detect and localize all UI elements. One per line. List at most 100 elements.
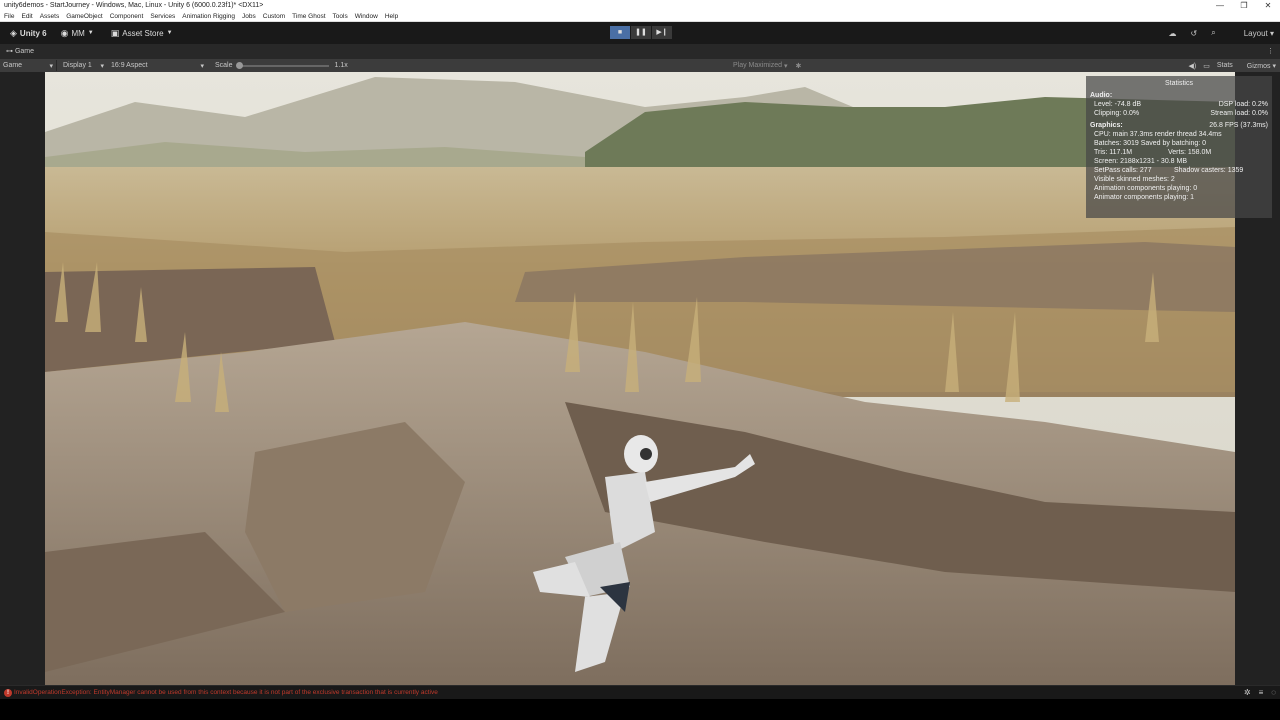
stats-row: Tris: 117.1M Verts: 158.0M (1090, 148, 1268, 157)
stats-graphics-heading: Graphics: (1090, 122, 1123, 129)
stats-animator: Animator components playing: 1 (1094, 194, 1194, 201)
game-tab-bar: ⊶ Game ⋮ (0, 44, 1280, 59)
game-view-toolbar: Game ▾ Display 1 ▾ 16:9 Aspect ▾ Scale 1.1x… (0, 59, 1280, 72)
stats-cpu: CPU: main 37.3ms render thread 34.4ms (1094, 131, 1222, 138)
menu-assets[interactable]: Assets (40, 11, 60, 21)
menu-file[interactable]: File (4, 11, 14, 21)
shopping-bag-icon: ▣ (110, 27, 120, 38)
unity-menu-button[interactable]: ◈ Unity 6 (6, 25, 51, 41)
tab-game[interactable]: ⊶ Game (6, 48, 34, 55)
stats-skinned: Visible skinned meshes: 2 (1094, 176, 1175, 183)
status-bar-right: ✲ ≡ ◌ (1236, 686, 1276, 700)
step-button[interactable]: ▶❙ (652, 26, 672, 39)
play-mode-label: Play Maximized (733, 62, 783, 69)
tab-game-label: Game (14, 48, 35, 55)
scale-label: Scale (215, 62, 233, 69)
aspect-label: 16:9 Aspect (111, 62, 148, 69)
menu-time-ghost[interactable]: Time Ghost (292, 11, 325, 21)
scale-slider-knob[interactable] (235, 61, 243, 69)
close-button[interactable]: ✕ (1256, 0, 1280, 11)
stats-level: Level: -74.8 dB (1094, 101, 1142, 108)
stop-button[interactable]: ■ (610, 26, 630, 39)
game-view-right-tools: ◀) ▭ Stats Gizmos ▾ (1182, 62, 1277, 70)
gizmos-label: Gizmos (1246, 62, 1271, 70)
play-controls: ■ ❚❚ ▶❙ (610, 26, 673, 39)
speaker-icon[interactable]: ◀) (1189, 62, 1197, 70)
mode-label: Game (3, 62, 23, 69)
gizmos-dropdown[interactable]: Gizmos ▾ (1240, 62, 1276, 70)
settings-icon[interactable]: ◌ (1271, 686, 1276, 700)
chevron-down-icon: ▼ (166, 30, 173, 36)
history-icon[interactable]: ↺ (1191, 29, 1198, 38)
maximize-button[interactable]: ❐ (1232, 0, 1256, 11)
pause-button[interactable]: ❚❚ (631, 26, 651, 39)
stop-icon: ■ (617, 29, 623, 36)
chevron-down-icon: ▾ (200, 62, 204, 70)
menu-jobs[interactable]: Jobs (242, 11, 256, 21)
minimize-button[interactable]: — (1208, 0, 1232, 11)
window-controls: — ❐ ✕ (1208, 0, 1280, 11)
stats-shadow: Shadow casters: 1359 (1174, 167, 1244, 174)
pause-icon: ❚❚ (635, 29, 647, 36)
menu-tools[interactable]: Tools (333, 11, 348, 21)
menu-component[interactable]: Component (110, 11, 144, 21)
menu-gameobject[interactable]: GameObject (66, 11, 103, 21)
display-icon[interactable]: ▭ (1203, 62, 1210, 70)
account-icon: ◉ (60, 27, 69, 38)
scale-value: 1.1x (334, 62, 348, 69)
gamepad-icon: ⊶ (6, 48, 15, 55)
menu-window[interactable]: Window (355, 11, 378, 21)
cloud-icon[interactable]: ☁ (1169, 29, 1177, 38)
stats-stream: Stream load: 0.0% (1210, 110, 1268, 117)
stats-row: Level: -74.8 dB DSP load: 0.2% (1090, 100, 1268, 109)
more-options-icon[interactable]: ⋮ (1267, 44, 1274, 59)
account-label: MM (71, 28, 85, 38)
letterbox-bottom (0, 699, 1280, 720)
stats-screen: Screen: 2188x1231 - 30.8 MB (1094, 158, 1188, 165)
stats-row: Clipping: 0.0% Stream load: 0.0% (1090, 109, 1268, 118)
progress-icon[interactable]: ≡ (1259, 686, 1264, 700)
account-dropdown[interactable]: ◉ MM ▼ (57, 25, 101, 41)
stats-setpass: SetPass calls: 277 (1094, 167, 1152, 174)
asset-store-label: Asset Store (122, 28, 164, 38)
game-scene-render[interactable] (45, 72, 1235, 685)
stats-tris: Tris: 117.1M (1094, 149, 1133, 156)
mode-dropdown[interactable]: Game ▾ (0, 62, 56, 70)
stats-verts: Verts: 158.0M (1168, 149, 1212, 156)
layout-label: Layout (1243, 28, 1268, 38)
menu-custom[interactable]: Custom (263, 11, 285, 21)
asset-store-dropdown[interactable]: ▣ Asset Store ▼ (107, 25, 180, 41)
menu-edit[interactable]: Edit (21, 11, 32, 21)
stats-anim: Animation components playing: 0 (1094, 185, 1198, 192)
unity-logo-icon: ◈ (10, 27, 17, 38)
console-error-message[interactable]: InvalidOperationException: EntityManager… (14, 686, 438, 700)
error-icon: ! (4, 688, 12, 697)
audio-mute-icon[interactable]: ✱ (796, 62, 802, 70)
chevron-down-icon: ▾ (49, 62, 53, 70)
stats-toggle[interactable]: Stats (1217, 62, 1233, 69)
display-label: Display 1 (63, 62, 92, 69)
stats-title: Statistics (1164, 80, 1193, 87)
menu-help[interactable]: Help (385, 11, 398, 21)
menu-services[interactable]: Services (150, 11, 175, 21)
layout-dropdown[interactable]: Layout ▾ (1230, 29, 1274, 38)
statistics-panel: Statistics Audio: Level: -74.8 dB DSP lo… (1086, 76, 1272, 218)
play-mode-dropdown[interactable]: Play Maximized ▾ ✱ (730, 62, 804, 70)
chevron-down-icon: ▾ (100, 62, 104, 70)
search-icon[interactable]: ⌕ (1211, 28, 1215, 38)
window-title: unity6demos - StartJourney - Windows, Ma… (4, 2, 264, 9)
window-titlebar: unity6demos - StartJourney - Windows, Ma… (0, 0, 1280, 11)
stats-row: Graphics: 26.8 FPS (37.3ms) (1090, 121, 1268, 130)
stats-fps: 26.8 FPS (37.3ms) (1209, 122, 1268, 129)
chevron-down-icon: ▼ (87, 30, 94, 36)
stats-row: SetPass calls: 277 Shadow casters: 1359 (1090, 166, 1268, 175)
step-icon: ▶❙ (656, 29, 668, 36)
stats-batches: Batches: 3019 Saved by batching: 0 (1094, 140, 1207, 147)
chevron-down-icon: ▾ (784, 62, 788, 70)
toolbar-right: ☁ ↺ ⌕ Layout ▾ (1155, 22, 1274, 44)
scale-slider[interactable] (235, 61, 329, 69)
menu-animation-rigging[interactable]: Animation Rigging (182, 11, 235, 21)
bug-icon[interactable]: ✲ (1244, 686, 1251, 700)
display-dropdown[interactable]: Display 1 ▾ (57, 62, 107, 70)
aspect-dropdown[interactable]: 16:9 Aspect ▾ (107, 62, 207, 70)
